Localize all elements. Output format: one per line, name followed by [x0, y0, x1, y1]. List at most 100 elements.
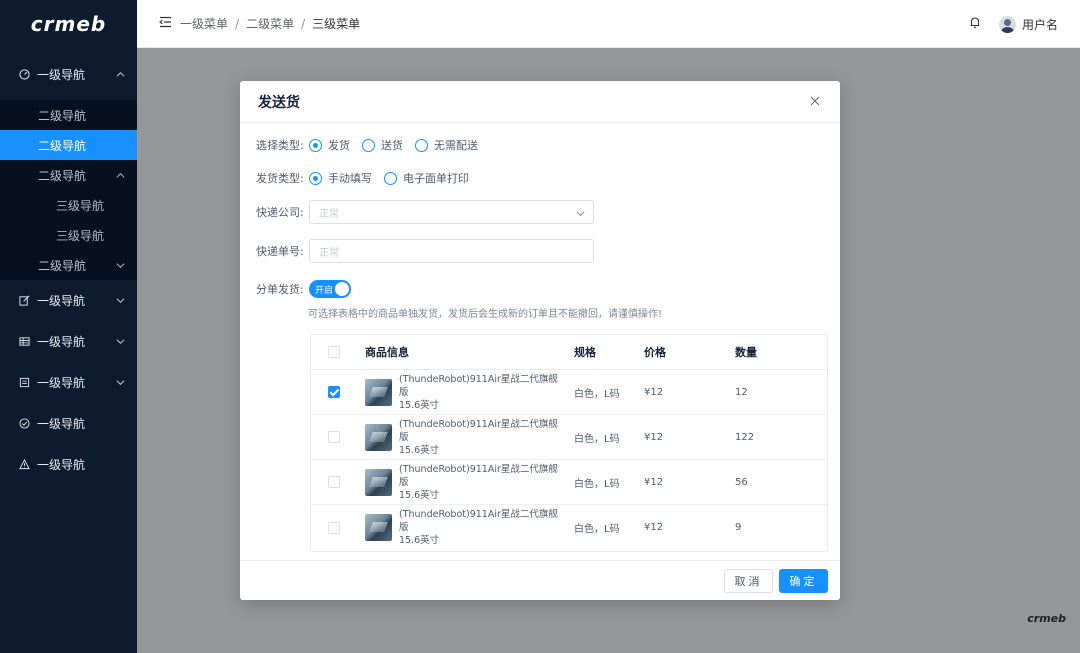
row-checkbox[interactable]: [328, 521, 340, 534]
modal-header: 发送货: [240, 81, 840, 123]
sidebar-item-6[interactable]: 一级导航: [0, 444, 137, 485]
product-name: (ThundeRobot)911Air星战二代旗舰版 15.6英寸: [399, 373, 559, 412]
form-label: 发货类型:: [256, 172, 304, 185]
username[interactable]: 用户名: [1022, 16, 1058, 33]
chevron-down-icon: [115, 260, 125, 270]
list-icon: [18, 377, 30, 389]
radio-manual[interactable]: 手动填写: [309, 170, 372, 186]
top-header: 一级菜单 / 二级菜单 / 三级菜单 用户名: [137, 0, 1080, 48]
row-checkbox[interactable]: [328, 431, 340, 443]
product-thumbnail: [365, 378, 392, 406]
switch-text: 开启: [315, 285, 334, 296]
menu-fold-icon[interactable]: [159, 16, 172, 31]
sidebar-subitem-label: 二级导航: [38, 168, 87, 183]
breadcrumb-separator: /: [235, 16, 240, 31]
sidebar-item-5[interactable]: 一级导航: [0, 403, 137, 444]
radio-label: 发货: [328, 139, 350, 152]
product-name: (ThundeRobot)911Air星战二代旗舰版 15.6英寸: [399, 463, 559, 502]
split-switch[interactable]: 开启: [309, 280, 351, 298]
select-type-row: 选择类型: 发货 送货 无需配送: [256, 137, 490, 153]
radio-label: 手动填写: [328, 172, 372, 185]
product-name-line: 15.6英寸: [399, 444, 440, 456]
radio-deliver[interactable]: 送货: [362, 137, 403, 153]
sidebar-subitem-4[interactable]: 二级导航: [0, 250, 137, 280]
sidebar-subitem-3[interactable]: 二级导航: [0, 160, 137, 190]
form-label: 分单发货:: [256, 283, 304, 296]
table-icon: [18, 336, 30, 348]
sidebar-item-label: 一级导航: [37, 458, 86, 472]
product-name-line: (ThundeRobot)911Air星战二代旗舰版: [399, 418, 558, 443]
qty-cell: 56: [735, 476, 748, 488]
tracking-row: 快递单号: 正常: [256, 239, 594, 263]
sidebar-item-label: 一级导航: [37, 376, 86, 390]
radio-ship[interactable]: 发货: [309, 137, 350, 153]
table-row: (ThundeRobot)911Air星战二代旗舰版 15.6英寸 白色，L码 ¥…: [311, 505, 827, 550]
spec-cell: 白色，L码: [574, 478, 620, 490]
col-header: 规格: [574, 346, 596, 359]
dashboard-icon: [18, 68, 30, 80]
logo: crmeb: [30, 12, 107, 36]
row-checkbox-cell: [311, 431, 365, 443]
avatar[interactable]: [998, 15, 1016, 33]
form-label: 快递公司:: [256, 206, 304, 219]
ship-type-row: 发货类型: 手动填写 电子面单打印: [256, 170, 481, 186]
split-row: 分单发货: 开启: [256, 280, 351, 298]
product-name: (ThundeRobot)911Air星战二代旗舰版 15.6英寸: [399, 418, 559, 457]
corner-logo: crmeb: [1027, 612, 1066, 625]
sidebar-item-2[interactable]: 一级导航: [0, 280, 137, 321]
radio-no-delivery[interactable]: 无需配送: [415, 137, 478, 153]
header-right: 用户名: [969, 0, 1058, 48]
breadcrumb-item-3: 三级菜单: [312, 17, 361, 31]
goods-table: 商品信息 规格 价格 数量 (ThundeRobot)911Air星战二代旗舰版…: [310, 334, 828, 552]
header-checkbox-cell: [311, 346, 365, 358]
confirm-button[interactable]: 确定: [779, 569, 828, 593]
radio-e-waybill[interactable]: 电子面单打印: [384, 170, 469, 186]
qty-cell: 12: [735, 386, 748, 398]
close-icon[interactable]: [810, 95, 822, 107]
bell-icon[interactable]: [969, 16, 981, 32]
product-name-line: 15.6英寸: [399, 535, 440, 546]
row-checkbox[interactable]: [328, 386, 340, 398]
input-placeholder: 正常: [319, 247, 339, 259]
sidebar-item-1[interactable]: 一级导航: [0, 48, 137, 100]
edit-icon: [18, 295, 30, 307]
chevron-down-icon: [115, 337, 125, 347]
courier-select[interactable]: 正常: [309, 200, 594, 224]
sidebar-thirditem-1[interactable]: 三级导航: [0, 190, 137, 220]
product-name-line: 15.6英寸: [399, 489, 440, 501]
product-thumbnail: [365, 468, 392, 496]
courier-row: 快递公司: 正常: [256, 200, 594, 224]
radio-dot: [415, 138, 428, 152]
sidebar-item-4[interactable]: 一级导航: [0, 362, 137, 403]
table-header: 商品信息 规格 价格 数量: [311, 335, 827, 370]
sidebar-item-label: 一级导航: [37, 417, 86, 431]
cancel-button[interactable]: 取消: [724, 569, 773, 593]
select-all-checkbox[interactable]: [328, 346, 340, 358]
chevron-down-icon: [575, 208, 585, 218]
product-cell: (ThundeRobot)911Air星战二代旗舰版 15.6英寸: [365, 418, 574, 457]
product-name-line: 15.6英寸: [399, 399, 440, 411]
form-label: 快递单号:: [256, 245, 304, 258]
radio-dot: [309, 171, 322, 185]
sidebar-subitem-1[interactable]: 二级导航: [0, 100, 137, 130]
radio-dot: [362, 138, 375, 152]
sidebar-subitem-2[interactable]: 二级导航: [0, 130, 137, 160]
table-row: (ThundeRobot)911Air星战二代旗舰版 15.6英寸 白色，L码 ¥…: [311, 370, 827, 415]
sidebar-item-label: 一级导航: [37, 294, 86, 308]
product-cell: (ThundeRobot)911Air星战二代旗舰版 15.6英寸: [365, 463, 574, 502]
sidebar-thirditem-2[interactable]: 三级导航: [0, 220, 137, 250]
send-goods-modal: 发送货 选择类型: 发货 送货 无需配送 发货类型: 手动填写 电子面单打印 快…: [240, 81, 840, 600]
breadcrumb-item-2[interactable]: 二级菜单: [246, 15, 294, 32]
chevron-up-icon: [115, 69, 125, 79]
radio-label: 电子面单打印: [403, 172, 469, 185]
radio-label: 无需配送: [434, 139, 478, 152]
sidebar-item-3[interactable]: 一级导航: [0, 321, 137, 362]
tracking-input[interactable]: 正常: [309, 239, 594, 263]
sidebar-subitem-label: 二级导航: [38, 258, 87, 273]
check-circle-icon: [18, 418, 30, 430]
sidebar-subitem-label: 二级导航: [38, 138, 87, 153]
sidebar-item-label: 一级导航: [37, 335, 86, 349]
product-name: (ThundeRobot)911Air星战二代旗舰版 15.6英寸: [399, 508, 559, 547]
row-checkbox[interactable]: [328, 476, 340, 488]
breadcrumb-item-1[interactable]: 一级菜单: [180, 15, 228, 32]
